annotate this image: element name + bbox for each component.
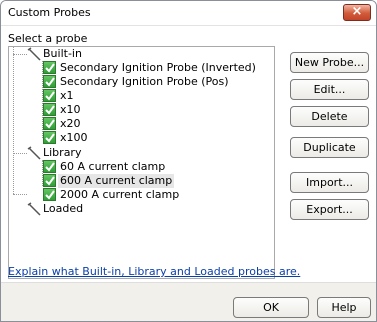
tree-group-built-in[interactable]: Built-in [25, 47, 84, 61]
select-probe-label: Select a probe [8, 32, 88, 45]
checkbox-checked-icon [43, 103, 56, 116]
window-title: Custom Probes [8, 6, 91, 19]
tree-group-loaded[interactable]: Loaded [25, 202, 85, 216]
tree-group-library[interactable]: Library [25, 146, 83, 160]
group-label: Loaded [43, 202, 84, 215]
help-button[interactable]: Help [317, 297, 371, 318]
close-icon: × [351, 4, 363, 19]
new-probe-button[interactable]: New Probe... [290, 52, 369, 73]
tree-item-label: x10 [60, 103, 81, 116]
checkbox-checked-icon [43, 160, 56, 173]
tree-item-label: x100 [60, 131, 88, 144]
probe-tree[interactable]: Built-in Secondary Ignition Probe (Inver… [8, 46, 275, 279]
tree-item[interactable]: x1 [43, 89, 76, 103]
checkbox-checked-icon [43, 89, 56, 102]
tree-item-label: Secondary Ignition Probe (Pos) [60, 75, 229, 88]
group-label: Library [43, 146, 82, 159]
ok-button[interactable]: OK [233, 297, 309, 318]
custom-probes-dialog: Custom Probes × Select a probe Built-in … [0, 0, 377, 322]
checkbox-checked-icon [43, 61, 56, 74]
tree-item-label: x20 [60, 117, 81, 130]
checkbox-checked-icon [43, 131, 56, 144]
tree-item[interactable]: x20 [43, 117, 83, 131]
tree-item-selected[interactable]: 600 A current clamp [43, 174, 175, 188]
tree-item[interactable]: 60 A current clamp [43, 160, 167, 174]
tree-item-label: 60 A current clamp [60, 160, 166, 173]
tree-item[interactable]: x100 [43, 131, 90, 145]
checkbox-checked-icon [43, 174, 56, 187]
dialog-footer: OK Help [1, 283, 376, 321]
import-button[interactable]: Import... [290, 172, 369, 193]
tree-item[interactable]: Secondary Ignition Probe (Inverted) [43, 61, 258, 75]
tree-item-label: 2000 A current clamp [60, 188, 180, 201]
group-label: Built-in [43, 47, 82, 60]
tree-item-label: 600 A current clamp [58, 174, 175, 188]
probe-icon [27, 146, 41, 160]
title-bar[interactable]: Custom Probes × [1, 1, 376, 26]
tree-item-label: x1 [60, 89, 74, 102]
tree-line [13, 194, 27, 195]
explain-probes-link[interactable]: Explain what Built-in, Library and Loade… [8, 265, 300, 278]
tree-item[interactable]: Secondary Ignition Probe (Pos) [43, 75, 231, 89]
checkbox-checked-icon [43, 188, 56, 201]
close-button[interactable]: × [343, 4, 371, 21]
export-button[interactable]: Export... [290, 199, 369, 220]
probe-icon [27, 47, 41, 61]
duplicate-button[interactable]: Duplicate [290, 137, 369, 158]
tree-item-label: Secondary Ignition Probe (Inverted) [60, 61, 256, 74]
checkbox-checked-icon [43, 75, 56, 88]
dialog-body: Select a probe Built-in Secondary Igniti… [1, 26, 376, 321]
edit-button[interactable]: Edit... [290, 79, 369, 100]
delete-button[interactable]: Delete [290, 106, 369, 127]
checkbox-checked-icon [43, 117, 56, 130]
probe-icon [27, 202, 41, 216]
tree-item[interactable]: x10 [43, 103, 83, 117]
tree-item[interactable]: 2000 A current clamp [43, 188, 181, 202]
tree-line [13, 47, 14, 194]
